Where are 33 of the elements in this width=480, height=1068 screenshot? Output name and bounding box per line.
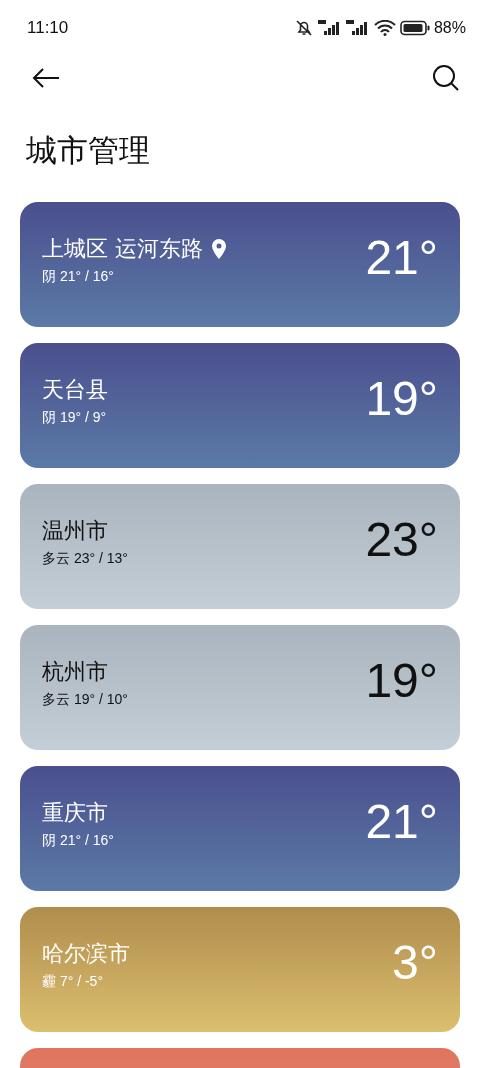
city-name: 温州市 [42, 516, 108, 545]
current-temperature: 3° [392, 935, 438, 990]
weather-summary: 阴 21° / 16° [42, 267, 115, 286]
current-temperature: 23° [365, 512, 438, 567]
city-card[interactable]: 温州市 多云 23° / 13° 23° [20, 484, 460, 609]
page-title: 城市管理 [26, 131, 151, 170]
weather-summary: 多云 19° / 10° [42, 690, 128, 709]
current-temperature: 19° [365, 653, 438, 708]
city-card[interactable]: 天台县 阴 19° / 9° 19° [20, 343, 460, 468]
city-card[interactable]: 杭州市 多云 19° / 10° 19° [20, 625, 460, 750]
city-name: 上城区 运河东路 [42, 234, 203, 263]
search-icon[interactable] [432, 64, 460, 92]
status-time: 11:10 [27, 18, 69, 38]
signal-icon [345, 20, 370, 36]
weather-summary: 多云 23° / 13° [42, 549, 128, 568]
city-name: 杭州市 [42, 657, 108, 686]
current-temperature: 19° [365, 371, 438, 426]
weather-summary: 阴 21° / 16° [42, 831, 114, 850]
signal-icon [317, 20, 342, 36]
city-name: 哈尔滨市 [42, 939, 130, 968]
city-card[interactable]: 上城区 运河东路 阴 21° / 16° 21° [20, 202, 460, 327]
current-temperature: 21° [365, 794, 438, 849]
wifi-icon [373, 20, 396, 36]
weather-summary: 霾 7° / -5° [42, 972, 104, 991]
battery-percent: 88% [433, 19, 466, 37]
back-arrow-icon[interactable] [32, 67, 60, 89]
city-name: 重庆市 [42, 798, 108, 827]
city-card[interactable]: 重庆市 阴 21° / 16° 21° [20, 766, 460, 891]
bell-muted-icon [293, 19, 314, 37]
city-name: 天台县 [42, 375, 108, 404]
weather-summary: 阴 19° / 9° [42, 408, 108, 427]
battery-icon [399, 20, 430, 36]
current-temperature: 21° [365, 230, 438, 285]
